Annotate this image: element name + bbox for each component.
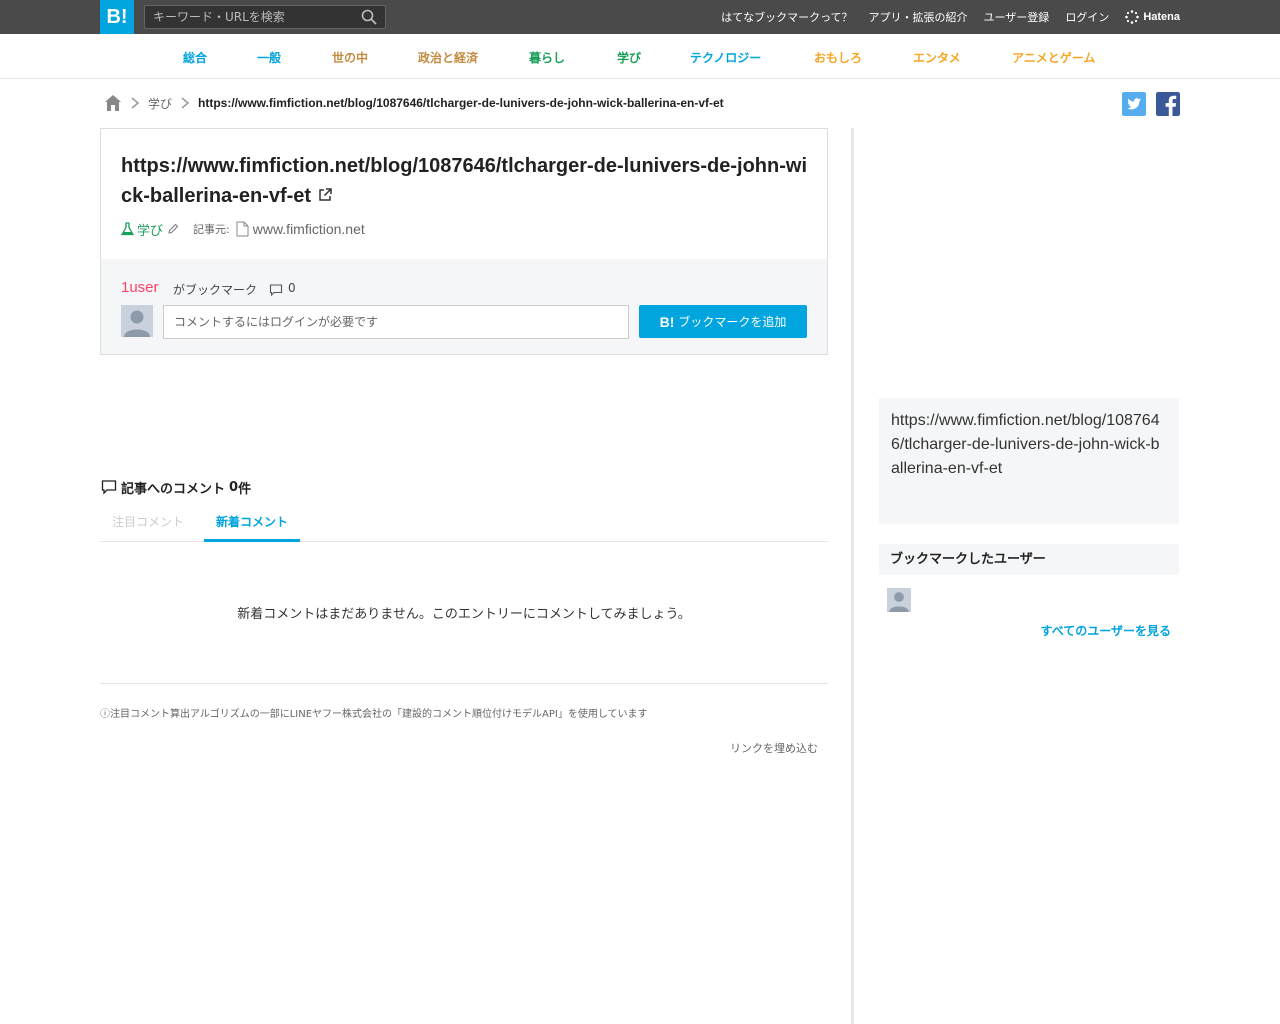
comments-count-suffix: 件 xyxy=(238,481,252,497)
category-general-all[interactable]: 総合 xyxy=(183,49,207,66)
add-bookmark-label: ブックマークを追加 xyxy=(678,315,787,329)
source-label: 記事元: xyxy=(193,223,230,236)
algorithm-note: ⓘ注目コメント算出アルゴリズムの一部にLINEヤフー株式会社の「建設的コメント順… xyxy=(100,709,648,720)
sidebar-url-box: https://www.fimfiction.net/blog/1087646/… xyxy=(879,398,1179,524)
category-game[interactable]: アニメとゲーム xyxy=(1012,49,1095,66)
hatena-brand-text: Hatena xyxy=(1143,11,1180,23)
apps-link[interactable]: アプリ・拡張の紹介 xyxy=(869,9,968,25)
category-knowledge[interactable]: 学び xyxy=(617,49,641,66)
empty-comments-message: 新着コメントはまだありません。このエントリーにコメントしてみましょう。 xyxy=(237,607,691,622)
add-bookmark-logo: B! xyxy=(659,313,675,330)
comments-count: 0 xyxy=(229,479,239,495)
comment-tabs: 注目コメント 新着コメント xyxy=(100,504,828,542)
search-icon[interactable] xyxy=(361,9,377,25)
external-link-icon[interactable] xyxy=(317,187,333,203)
category-fun[interactable]: おもしろ xyxy=(814,49,862,66)
tab-new-comments[interactable]: 新着コメント xyxy=(204,504,301,542)
sidebar-url-text[interactable]: https://www.fimfiction.net/blog/1087646/… xyxy=(891,412,1160,477)
flask-icon xyxy=(121,222,134,236)
login-link[interactable]: ログイン xyxy=(1065,9,1109,25)
hatena-brand[interactable]: Hatena xyxy=(1125,10,1180,24)
add-bookmark-button[interactable]: B! ブックマークを追加 xyxy=(639,305,807,338)
comments-heading-text: 記事へのコメント xyxy=(121,481,226,497)
users-count[interactable]: 1user xyxy=(121,279,159,296)
comment-count: 0 xyxy=(288,281,296,295)
comments-heading: 記事へのコメント 0 件 xyxy=(101,477,251,497)
comment-input[interactable] xyxy=(163,305,629,339)
bookmark-panel: 1user がブックマーク 0 B! ブックマークを追加 xyxy=(101,259,827,354)
bookmark-label: がブックマーク xyxy=(173,283,258,297)
document-icon xyxy=(236,221,249,237)
top-bar: B! はてなブックマークって？ アプリ・拡張の紹介 ユーザー登録 ログイン Ha… xyxy=(0,0,1280,34)
breadcrumb-category[interactable]: 学び xyxy=(148,95,172,112)
facebook-share-icon[interactable] xyxy=(1156,92,1180,116)
category-entertainment[interactable]: エンタメ xyxy=(913,49,961,66)
entry-meta: 学び 記事元: www.fimfiction.net xyxy=(121,219,365,239)
bookmarked-users-heading: ブックマークしたユーザー xyxy=(879,544,1179,575)
comment-icon xyxy=(269,284,283,297)
source-domain[interactable]: www.fimfiction.net xyxy=(253,221,365,237)
category-nav: 総合 一般 世の中 政治と経済 暮らし 学び テクノロジー おもしろ エンタメ … xyxy=(0,34,1280,79)
search-box xyxy=(144,5,386,29)
category-economics[interactable]: 政治と経済 xyxy=(418,49,478,66)
about-link[interactable]: はてなブックマークって？ xyxy=(721,9,852,25)
tab-popular-comments[interactable]: 注目コメント xyxy=(100,504,196,542)
avatar xyxy=(121,305,153,337)
chevron-right-icon xyxy=(131,97,140,109)
all-users-link[interactable]: すべてのユーザーを見る xyxy=(1041,622,1171,639)
twitter-share-icon[interactable] xyxy=(1122,92,1146,116)
hatena-bookmark-logo[interactable]: B! xyxy=(100,0,134,34)
search-input[interactable] xyxy=(145,6,355,28)
category-life[interactable]: 暮らし xyxy=(529,49,565,66)
column-divider xyxy=(851,128,854,1024)
entry-card: https://www.fimfiction.net/blog/1087646/… xyxy=(100,128,828,355)
entry-category[interactable]: 学び xyxy=(137,220,163,239)
category-general[interactable]: 一般 xyxy=(257,49,281,66)
embed-link[interactable]: リンクを埋め込む xyxy=(730,740,818,756)
header-links: はてなブックマークって？ アプリ・拡張の紹介 ユーザー登録 ログイン Haten… xyxy=(721,0,1180,34)
home-icon[interactable] xyxy=(104,94,122,112)
user-icon xyxy=(121,305,153,337)
entry-title-text[interactable]: https://www.fimfiction.net/blog/1087646/… xyxy=(121,155,807,207)
breadcrumb-current: https://www.fimfiction.net/blog/1087646/… xyxy=(198,96,724,110)
chevron-right-icon xyxy=(181,97,190,109)
breadcrumb: 学び https://www.fimfiction.net/blog/10876… xyxy=(104,93,724,113)
category-it[interactable]: テクノロジー xyxy=(690,49,761,66)
user-avatar[interactable] xyxy=(887,588,911,612)
category-social[interactable]: 世の中 xyxy=(332,49,368,66)
entry-title[interactable]: https://www.fimfiction.net/blog/1087646/… xyxy=(121,151,811,211)
comment-icon xyxy=(101,480,117,495)
user-icon xyxy=(887,588,911,612)
divider xyxy=(100,683,828,684)
register-link[interactable]: ユーザー登録 xyxy=(984,9,1050,25)
hatena-dots-icon xyxy=(1125,10,1140,24)
pencil-icon[interactable] xyxy=(167,223,179,235)
